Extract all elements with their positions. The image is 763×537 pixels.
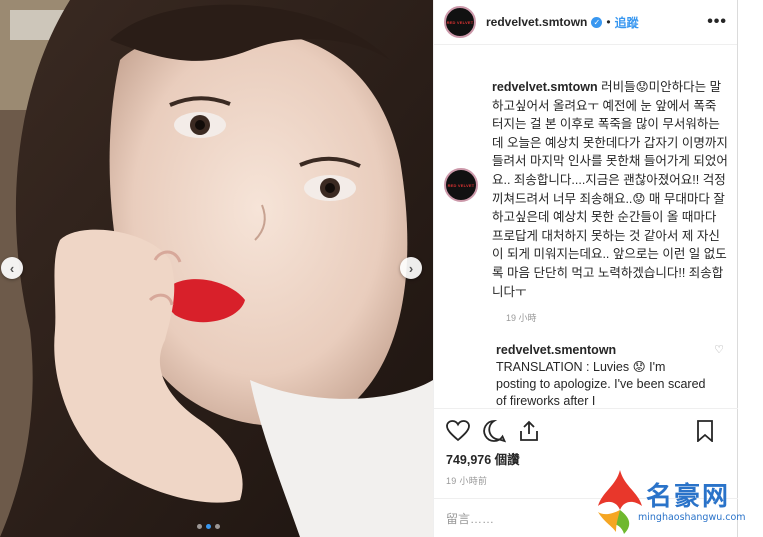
- portrait-illustration: [0, 0, 433, 537]
- caption: RED VELVET redvelvet.smtown 러비들😟미안하다는 말 …: [444, 78, 728, 301]
- save-button[interactable]: [696, 419, 714, 442]
- caption-avatar[interactable]: RED VELVET: [444, 168, 478, 202]
- share-icon: [520, 420, 538, 441]
- username-link[interactable]: redvelvet.smtown: [486, 15, 587, 29]
- carousel-dot: [197, 524, 202, 529]
- carousel-indicator: [197, 524, 220, 529]
- heart-icon: [446, 419, 470, 441]
- post-panel: RED VELVET redvelvet.smtown ✓ • 追蹤 ••• R…: [433, 0, 738, 537]
- post-timestamp[interactable]: 19 小時前: [446, 474, 487, 487]
- watermark-logo: 名豪网 minghaoshangwu.com: [592, 462, 763, 537]
- watermark-emblem-icon: [598, 470, 642, 534]
- verified-badge-icon: ✓: [591, 16, 603, 28]
- carousel-prev-icon: ‹: [9, 260, 15, 276]
- reply-comment: redvelvet.smentown TRANSLATION : Luvies …: [496, 342, 728, 406]
- bookmark-icon: [697, 419, 713, 442]
- carousel-next-icon: ›: [408, 260, 414, 276]
- caption-text-block: redvelvet.smtown 러비들😟미안하다는 말 하고싶어서 올려요ㅜ …: [492, 78, 728, 301]
- like-button[interactable]: [446, 419, 470, 442]
- carousel-next-button[interactable]: ›: [400, 257, 422, 279]
- caption-text: 러비들😟미안하다는 말 하고싶어서 올려요ㅜ 예전에 눈 앞에서 폭죽 터지는 …: [492, 80, 728, 299]
- comment-icon: [483, 419, 506, 442]
- carousel-dot-active: [206, 524, 211, 529]
- separator: •: [606, 15, 611, 29]
- caption-time: 19 小時: [506, 313, 537, 324]
- more-options-button[interactable]: •••: [707, 13, 727, 31]
- watermark-url: minghaoshangwu.com: [638, 512, 746, 523]
- comments-section: RED VELVET redvelvet.smtown 러비들😟미안하다는 말 …: [434, 46, 738, 406]
- comment-like-heart-icon[interactable]: ♡: [714, 342, 724, 359]
- reply-username[interactable]: redvelvet.smentown: [496, 342, 706, 359]
- avatar-logo-text: RED VELVET: [446, 19, 474, 25]
- share-button[interactable]: [518, 420, 540, 442]
- avatar[interactable]: RED VELVET: [444, 6, 476, 38]
- watermark-title: 名豪网: [646, 482, 731, 512]
- post-header: RED VELVET redvelvet.smtown ✓ • 追蹤 •••: [434, 0, 737, 45]
- likes-count[interactable]: 749,976 個讚: [446, 449, 520, 468]
- avatar-logo-text: RED VELVET: [447, 182, 475, 188]
- carousel-dot: [215, 524, 220, 529]
- comment-button[interactable]: [482, 419, 506, 443]
- post-photo: ‹ ›: [0, 0, 433, 537]
- follow-button[interactable]: 追蹤: [615, 14, 639, 31]
- carousel-prev-button[interactable]: ‹: [1, 257, 23, 279]
- action-bar: [434, 408, 738, 452]
- reply-text: TRANSLATION : Luvies 😟 I'm posting to ap…: [496, 360, 706, 406]
- caption-username[interactable]: redvelvet.smtown: [492, 80, 598, 94]
